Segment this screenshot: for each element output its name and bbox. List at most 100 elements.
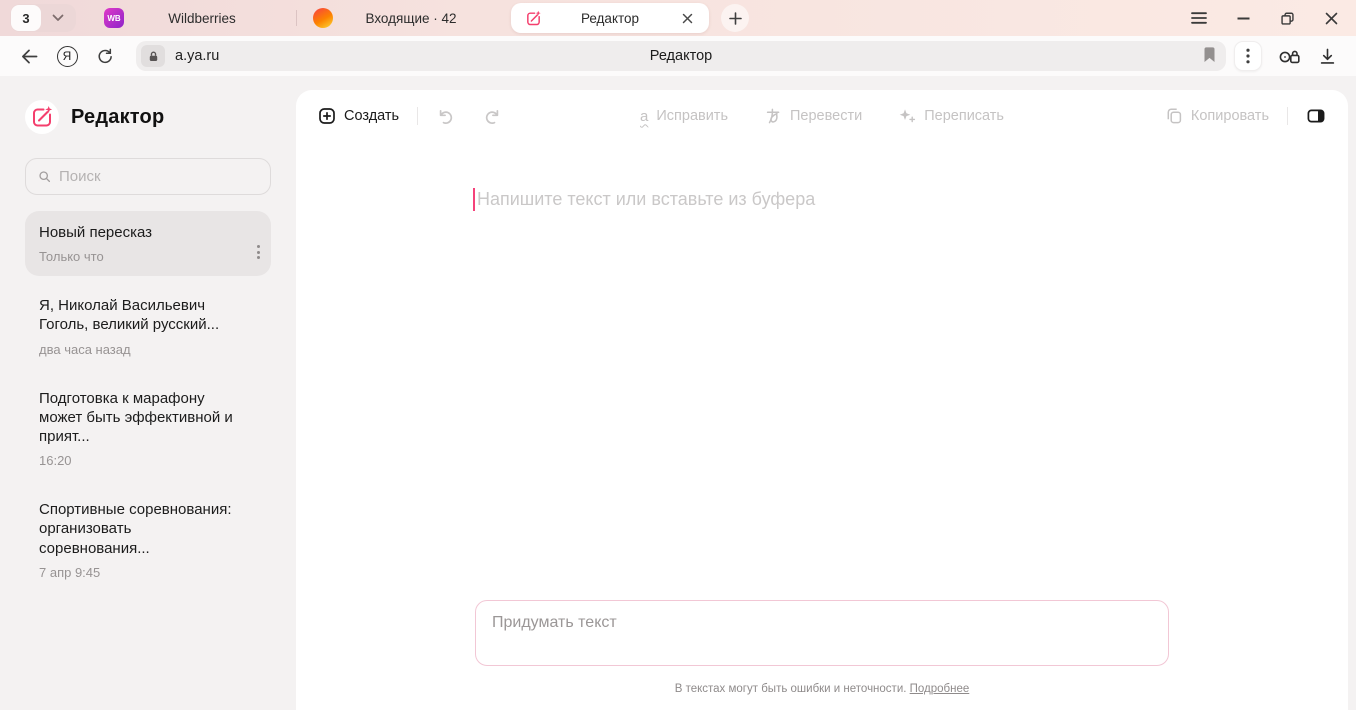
app-header: Редактор bbox=[25, 100, 271, 134]
site-menu-button[interactable] bbox=[1234, 41, 1262, 71]
toolbar-divider bbox=[417, 107, 418, 125]
address-bar[interactable]: a.ya.ru Редактор bbox=[136, 41, 1226, 71]
tab-list-chevron[interactable] bbox=[41, 14, 75, 22]
prompt-box[interactable] bbox=[475, 600, 1169, 666]
doc-time: 16:20 bbox=[39, 453, 245, 468]
chevron-down-icon bbox=[52, 14, 64, 22]
yandex-icon: Я bbox=[57, 46, 78, 67]
close-icon bbox=[1325, 12, 1338, 25]
create-button[interactable]: Создать bbox=[318, 107, 399, 125]
kebab-icon bbox=[1246, 48, 1250, 64]
browser-toolbar: Я a.ya.ru Редактор bbox=[0, 36, 1356, 76]
split-view-icon bbox=[1306, 106, 1326, 126]
copy-button[interactable]: Копировать bbox=[1165, 107, 1269, 125]
redo-icon bbox=[482, 106, 502, 126]
app-content: Редактор Новый пересказ Только что Я, Ни… bbox=[0, 76, 1356, 710]
doc-title: Новый пересказ bbox=[39, 223, 245, 242]
editor-toolbar: Создать bbox=[296, 90, 1348, 142]
browser-tab-bar: 3 WB Wildberries Входящие · 42 Редактор bbox=[0, 0, 1356, 36]
passwords-button[interactable] bbox=[1274, 41, 1304, 71]
window-close-button[interactable] bbox=[1316, 4, 1346, 32]
new-tab-button[interactable] bbox=[721, 4, 749, 32]
downloads-button[interactable] bbox=[1312, 41, 1342, 71]
toolbar-center-group: а Исправить Перевести bbox=[640, 107, 1004, 125]
window-restore-button[interactable] bbox=[1272, 4, 1302, 32]
tab-wildberries[interactable]: WB Wildberries bbox=[92, 3, 292, 33]
doc-time: Только что bbox=[39, 249, 245, 264]
toggle-panel-button[interactable] bbox=[1306, 106, 1326, 126]
doc-time: два часа назад bbox=[39, 342, 245, 357]
prompt-input[interactable] bbox=[476, 601, 1168, 665]
search-box[interactable] bbox=[25, 158, 271, 195]
editor-logo-icon bbox=[25, 100, 59, 134]
doc-title: Подготовка к марафону может быть эффекти… bbox=[39, 389, 245, 447]
editor-area[interactable]: Напишите текст или вставьте из буфера bbox=[473, 188, 815, 211]
back-arrow-icon bbox=[20, 48, 39, 65]
tab-inbox[interactable]: Входящие · 42 bbox=[301, 3, 501, 33]
doc-title: Я, Николай Васильевич Гоголь, великий ру… bbox=[39, 296, 245, 334]
tab-title: Wildberries bbox=[124, 11, 280, 26]
wildberries-icon: WB bbox=[104, 8, 124, 28]
toolbar-right-group: Копировать bbox=[1165, 106, 1326, 126]
download-icon bbox=[1318, 47, 1337, 66]
list-item-new-summary[interactable]: Новый пересказ Только что bbox=[25, 211, 271, 276]
window-minimize-button[interactable] bbox=[1228, 4, 1258, 32]
yandex-services-button[interactable]: Я bbox=[52, 41, 82, 71]
disclaimer-text: В текстах могут быть ошибки и неточности… bbox=[675, 683, 910, 695]
app-title: Редактор bbox=[71, 106, 164, 129]
text-caret bbox=[473, 188, 475, 211]
create-label: Создать bbox=[344, 108, 399, 124]
tab-count: 3 bbox=[11, 5, 41, 31]
undo-button[interactable] bbox=[436, 106, 456, 126]
minimize-icon bbox=[1237, 17, 1250, 20]
list-item-marathon[interactable]: Подготовка к марафону может быть эффекти… bbox=[25, 377, 271, 481]
spellcheck-icon: а bbox=[640, 109, 648, 124]
translate-button[interactable]: Перевести bbox=[764, 107, 862, 125]
tab-title: Редактор bbox=[543, 11, 677, 26]
hamburger-icon bbox=[1191, 12, 1207, 24]
restore-icon bbox=[1280, 11, 1295, 26]
back-button[interactable] bbox=[14, 41, 44, 71]
search-input[interactable] bbox=[59, 168, 258, 185]
editor-placeholder: Напишите текст или вставьте из буфера bbox=[477, 189, 815, 210]
sparkle-icon bbox=[898, 107, 916, 125]
browser-menu-button[interactable] bbox=[1184, 4, 1214, 32]
url-text: a.ya.ru bbox=[175, 48, 219, 64]
copy-label: Копировать bbox=[1191, 108, 1269, 124]
fix-label: Исправить bbox=[656, 108, 728, 124]
doc-title: Спортивные соревнования: организовать со… bbox=[39, 500, 245, 558]
key-lock-icon bbox=[1278, 46, 1301, 66]
tab-editor-active[interactable]: Редактор bbox=[511, 3, 709, 33]
rewrite-button[interactable]: Переписать bbox=[898, 107, 1004, 125]
window-controls bbox=[1170, 4, 1346, 32]
item-menu-kebab-icon[interactable] bbox=[257, 244, 260, 260]
toolbar-divider bbox=[1287, 107, 1288, 125]
search-icon bbox=[38, 169, 51, 184]
translate-label: Перевести bbox=[790, 108, 862, 124]
doc-time: 7 апр 9:45 bbox=[39, 565, 245, 580]
more-link[interactable]: Подробнее bbox=[910, 683, 970, 695]
plus-icon bbox=[729, 12, 742, 25]
rewrite-label: Переписать bbox=[924, 108, 1004, 124]
disclaimer: В текстах могут быть ошибки и неточности… bbox=[296, 683, 1348, 695]
copy-icon bbox=[1165, 107, 1183, 125]
reload-icon bbox=[96, 47, 114, 65]
plus-square-icon bbox=[318, 107, 336, 125]
tab-counter-button[interactable]: 3 bbox=[10, 4, 76, 32]
tab-divider bbox=[296, 10, 297, 26]
fix-button[interactable]: а Исправить bbox=[640, 108, 728, 124]
bookmark-icon[interactable] bbox=[1203, 47, 1216, 63]
editor-card: Создать bbox=[296, 90, 1348, 710]
undo-icon bbox=[436, 106, 456, 126]
page-title: Редактор bbox=[136, 48, 1226, 64]
document-list: Новый пересказ Только что Я, Николай Вас… bbox=[25, 211, 271, 592]
tab-close-icon[interactable] bbox=[677, 8, 697, 28]
sidebar: Редактор Новый пересказ Только что Я, Ни… bbox=[0, 76, 296, 710]
secure-lock-badge[interactable] bbox=[141, 45, 165, 67]
reload-button[interactable] bbox=[90, 41, 120, 71]
redo-button[interactable] bbox=[482, 106, 502, 126]
yandex-mail-icon bbox=[313, 8, 333, 28]
list-item-gogol[interactable]: Я, Николай Васильевич Гоголь, великий ру… bbox=[25, 284, 271, 368]
translate-icon bbox=[764, 107, 782, 125]
list-item-competitions[interactable]: Спортивные соревнования: организовать со… bbox=[25, 488, 271, 592]
